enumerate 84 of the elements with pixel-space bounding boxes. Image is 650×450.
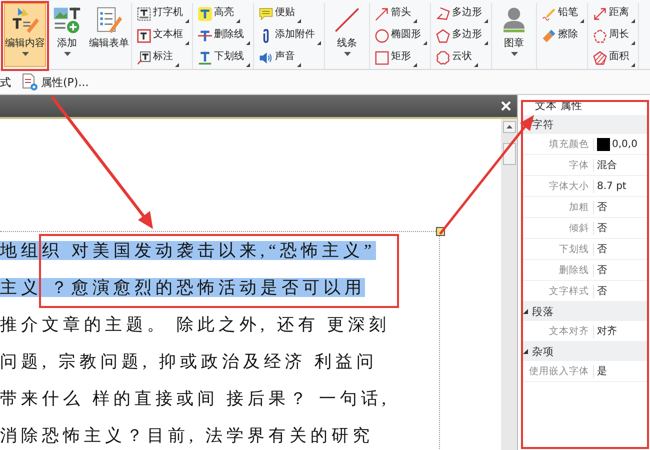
highlight-icon bbox=[198, 6, 212, 20]
ribbon-button[interactable]: 便贴 bbox=[258, 3, 322, 24]
ribbon-button[interactable]: 云状 bbox=[435, 47, 489, 68]
property-label: 字体 bbox=[521, 158, 594, 172]
property-value: 混合 bbox=[597, 159, 617, 172]
scrollbar[interactable] bbox=[501, 119, 517, 450]
property-label: 使用嵌入字体 bbox=[521, 364, 594, 378]
pentagon-icon bbox=[436, 28, 450, 42]
callout-icon bbox=[137, 50, 151, 64]
close-icon[interactable] bbox=[501, 101, 511, 111]
text-line: 消除恐怖主义？目前, 法学界有关的研究 bbox=[0, 426, 374, 445]
image-text-plus-icon bbox=[53, 6, 81, 34]
ribbon-button[interactable]: 铅笔 bbox=[541, 3, 585, 24]
ribbon-button[interactable]: 多边形 bbox=[435, 25, 489, 46]
color-swatch[interactable] bbox=[597, 138, 610, 150]
ribbon-large-button[interactable]: 编辑表单 bbox=[88, 3, 130, 67]
property-value: 否 bbox=[597, 222, 607, 235]
document-gear-icon bbox=[22, 73, 38, 91]
eraser-icon bbox=[542, 28, 556, 42]
ribbon-button[interactable]: 矩形 bbox=[374, 47, 428, 68]
property-label: 删除线 bbox=[521, 264, 594, 276]
typewriter-icon bbox=[137, 6, 151, 20]
section-header[interactable]: 字符 bbox=[521, 115, 647, 134]
form-pencil-icon bbox=[95, 6, 123, 34]
ribbon-button[interactable]: 擦除 bbox=[541, 25, 585, 46]
hatched-pentagon-icon bbox=[593, 50, 607, 64]
arrow-icon bbox=[375, 6, 389, 20]
text-line: 问题, 宗教问题, 抑或政治及经济 利益问 bbox=[0, 352, 378, 371]
line-icon bbox=[333, 6, 361, 34]
double-arrow-icon bbox=[593, 6, 607, 20]
underline-icon bbox=[198, 50, 212, 64]
circle-icon bbox=[375, 28, 389, 42]
strikethrough-icon bbox=[198, 28, 212, 42]
property-label: 文字样式 bbox=[521, 284, 594, 298]
text-line: 带来什么 样的直接或间 接后果？ 一句话, bbox=[0, 389, 390, 408]
highlight-frame bbox=[1, 1, 49, 71]
ribbon-button[interactable]: 面积 bbox=[592, 47, 636, 68]
toolbar-label: 式 bbox=[0, 74, 11, 90]
ribbon-button[interactable]: 打字机 bbox=[136, 3, 190, 24]
cloud-icon bbox=[436, 50, 450, 64]
ribbon-button[interactable]: 下划线 bbox=[197, 47, 251, 68]
speaker-icon bbox=[259, 50, 273, 64]
property-label: 填充颜色 bbox=[521, 138, 594, 150]
text-pencil-icon bbox=[11, 6, 39, 34]
property-value: 否 bbox=[597, 243, 607, 256]
polyline-icon bbox=[436, 6, 450, 20]
pencil-icon bbox=[542, 6, 556, 20]
property-label: 倾斜 bbox=[521, 222, 594, 234]
property-value: 否 bbox=[597, 264, 607, 277]
text-box-icon bbox=[137, 28, 151, 42]
ribbon-button[interactable]: 多边形 bbox=[435, 3, 489, 24]
ribbon-button[interactable]: 文本框 bbox=[136, 25, 190, 46]
property-value: 是 bbox=[597, 365, 607, 378]
section-header[interactable]: 杂项 bbox=[521, 342, 647, 361]
ribbon-button[interactable]: 删除线 bbox=[197, 25, 251, 46]
ribbon-button[interactable]: 周长 bbox=[592, 25, 636, 46]
ribbon-button[interactable]: 高亮 bbox=[197, 3, 251, 24]
property-value: 否 bbox=[597, 201, 607, 214]
property-label: 加粗 bbox=[521, 200, 594, 214]
ribbon-button[interactable]: 椭圆形 bbox=[374, 25, 428, 46]
ribbon-button[interactable]: 标注 bbox=[136, 47, 190, 68]
section-header[interactable]: 段落 bbox=[521, 302, 647, 321]
ribbon-button[interactable]: 箭头 bbox=[374, 3, 428, 24]
ribbon-large-button[interactable]: 添加 bbox=[46, 3, 88, 67]
properties-button[interactable]: 属性(P)... bbox=[21, 72, 90, 92]
text-line: 推介文章的主题。 除此之外, 还有 更深刻 bbox=[0, 315, 390, 334]
property-label: 字体大小 bbox=[521, 180, 594, 192]
property-value: 对齐 bbox=[597, 324, 617, 338]
scroll-up-icon[interactable] bbox=[502, 121, 516, 133]
ribbon-large-button[interactable]: 图章 bbox=[493, 3, 535, 67]
property-label: 文本对齐 bbox=[521, 324, 594, 338]
ribbon-large-button[interactable]: 编辑内容 bbox=[4, 3, 46, 67]
property-value: 0,0,0 bbox=[612, 138, 638, 150]
ribbon-button[interactable]: 距离 bbox=[592, 3, 636, 24]
rectangle-icon bbox=[375, 50, 389, 64]
text-box[interactable]: 地组织 对美国发动袭击以来,“恐怖主义” 主义 ？愈演愈烈的恐怖活动是否可以用 推介文章的主题。 除此之外, 还有 更深刻 问题, 宗教问题, 抑或政治及经济 利益问 带来什么 样的直接或间 接后果？ 一句话, 消除恐怖主义？目前, 法学界有关的研究 bbox=[0, 231, 440, 450]
speech-bubble-icon bbox=[259, 6, 273, 20]
perimeter-icon bbox=[593, 28, 607, 42]
property-value: 否 bbox=[597, 285, 607, 298]
property-label: 下划线 bbox=[521, 242, 594, 256]
property-value: 8.7 pt bbox=[597, 180, 626, 192]
ribbon-button[interactable]: 声音 bbox=[258, 47, 322, 68]
ribbon-button[interactable]: 添加附件 bbox=[258, 25, 322, 46]
ribbon-large-button[interactable]: 线条 bbox=[326, 3, 368, 67]
